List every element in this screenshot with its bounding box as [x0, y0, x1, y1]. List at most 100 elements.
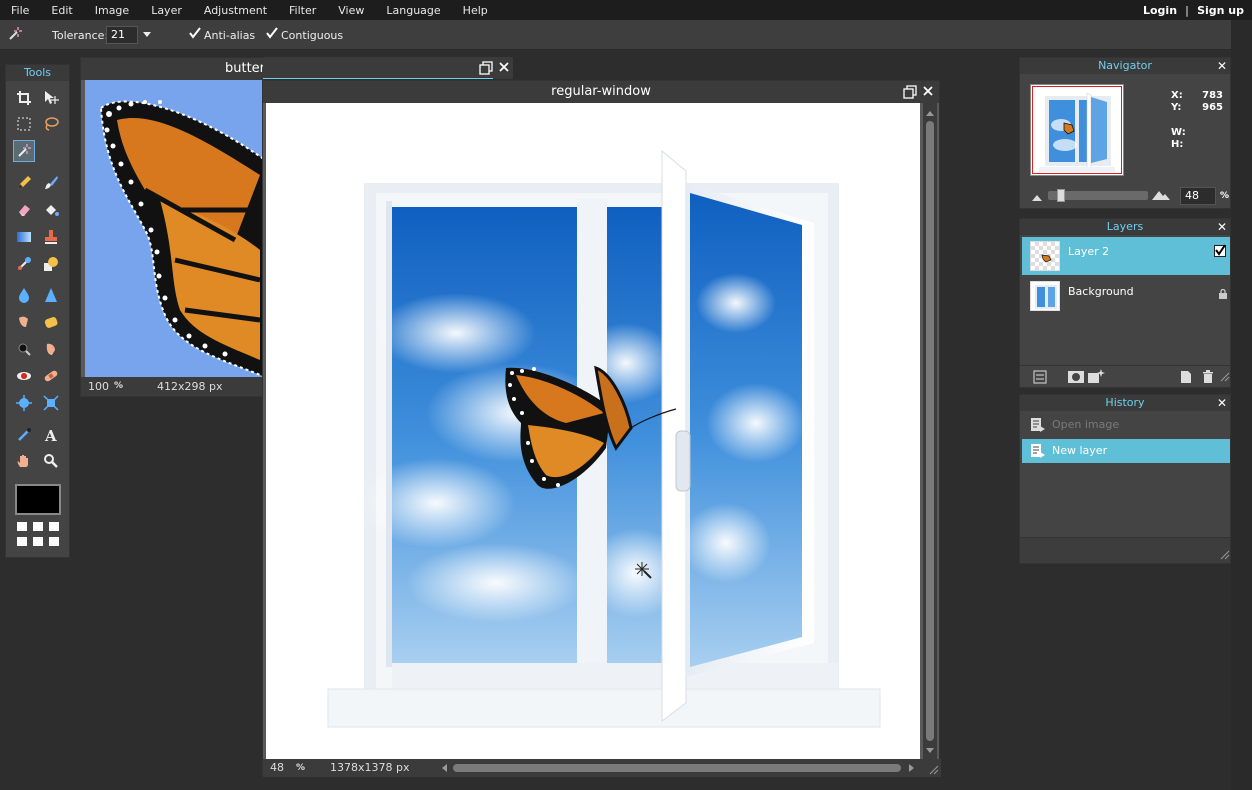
doc1-close-icon[interactable] [498, 61, 510, 76]
menu-image[interactable]: Image [84, 4, 140, 17]
doc2-canvas[interactable] [266, 103, 920, 759]
history-step-icon [1031, 444, 1045, 458]
layout-square-icon[interactable] [17, 537, 27, 546]
zoom-tool-icon[interactable] [40, 450, 62, 472]
navigator-zoom-input[interactable]: 48 [1180, 187, 1216, 205]
move-tool-icon[interactable] [40, 87, 62, 109]
svg-text:A: A [44, 427, 57, 443]
zoom-out-mountain-icon[interactable] [1031, 192, 1043, 202]
bloat-tool-icon[interactable] [13, 392, 35, 414]
navigator-view-rectangle[interactable] [1032, 86, 1122, 174]
signup-link[interactable]: Sign up [1197, 4, 1244, 17]
pinch-tool-icon[interactable] [40, 392, 62, 414]
doc2-vertical-scrollbar[interactable] [923, 103, 937, 759]
antialias-checkbox[interactable] [188, 27, 201, 40]
menu-adjustment[interactable]: Adjustment [193, 4, 278, 17]
smudge-tool-icon[interactable] [13, 311, 35, 333]
trash-icon[interactable] [1201, 370, 1215, 384]
doc2-close-icon[interactable] [922, 85, 934, 100]
layers-close-icon[interactable]: ✕ [1217, 219, 1227, 235]
lasso-tool-icon[interactable] [40, 113, 62, 135]
layout-square-icon[interactable] [33, 522, 43, 531]
gradient-tool-icon[interactable] [13, 226, 35, 248]
resize-grip-icon[interactable] [929, 765, 939, 775]
menu-layer[interactable]: Layer [140, 4, 193, 17]
color-picker-tool-icon[interactable] [13, 424, 35, 446]
spot-heal-tool-icon[interactable] [40, 365, 62, 387]
doc2-restore-icon[interactable] [903, 85, 917, 102]
window-photo-image [266, 103, 920, 759]
zoom-in-mountain-icon[interactable] [1151, 189, 1171, 201]
layer-row[interactable]: Layer 2 [1022, 237, 1230, 275]
scroll-right-icon[interactable] [907, 762, 917, 774]
crop-tool-icon[interactable] [13, 87, 35, 109]
menu-file[interactable]: File [0, 4, 40, 17]
clone-stamp-tool-icon[interactable] [40, 226, 62, 248]
layer-name: Background [1068, 285, 1134, 298]
menu-view[interactable]: View [327, 4, 375, 17]
eraser-tool-icon[interactable] [13, 199, 35, 221]
doc2-vertical-scroll-thumb[interactable] [926, 121, 934, 741]
red-eye-tool-icon[interactable] [13, 365, 35, 387]
type-tool-icon[interactable]: A [40, 424, 62, 446]
layer-mask-icon[interactable] [1068, 370, 1084, 384]
pencil-tool-icon[interactable] [13, 172, 35, 194]
layout-square-icon[interactable] [33, 537, 43, 546]
drawing-tool-icon[interactable] [40, 253, 62, 275]
history-item[interactable]: New layer [1022, 439, 1230, 463]
menu-filter[interactable]: Filter [278, 4, 327, 17]
nav-y-value: 965 [1202, 102, 1223, 113]
doc2-size: 1378x1378 px [330, 761, 410, 774]
menu-language[interactable]: Language [375, 4, 451, 17]
layer-row[interactable]: Background [1022, 277, 1230, 315]
history-item[interactable]: Open image [1022, 413, 1230, 437]
doc2-horizontal-scroll-thumb[interactable] [453, 764, 901, 772]
doc1-canvas[interactable] [85, 80, 265, 377]
layout-square-icon[interactable] [49, 537, 59, 546]
layer-visibility-checkbox[interactable] [1214, 244, 1226, 257]
document-window-regular[interactable]: regular-window 48 % 1378x1378 px [262, 80, 941, 777]
scroll-left-icon[interactable] [439, 762, 449, 774]
scroll-down-icon[interactable] [923, 743, 937, 757]
contiguous-checkbox[interactable] [265, 27, 278, 40]
options-bar: Tolerance: 21 Anti-alias Contiguous [0, 20, 1252, 50]
primary-color-swatch[interactable] [15, 484, 61, 515]
layout-square-icon[interactable] [17, 522, 27, 531]
hand-tool-icon[interactable] [13, 450, 35, 472]
new-layer-icon[interactable] [1179, 370, 1193, 384]
tolerance-input[interactable]: 21 [106, 26, 138, 44]
login-link[interactable]: Login [1143, 4, 1177, 17]
history-close-icon[interactable]: ✕ [1217, 395, 1227, 411]
navigator-thumbnail[interactable] [1030, 84, 1124, 176]
burn-tool-icon[interactable] [13, 338, 35, 360]
paint-bucket-tool-icon[interactable] [40, 199, 62, 221]
doc1-zoom-value[interactable]: 100 [88, 377, 109, 396]
doc2-horizontal-scrollbar[interactable] [439, 762, 917, 774]
resize-grip-icon[interactable] [1220, 550, 1230, 560]
doc1-title: butterfly-nolegs-2 [81, 58, 341, 80]
zoom-slider-handle[interactable] [1057, 189, 1065, 202]
marquee-tool-icon[interactable] [13, 113, 35, 135]
doc2-zoom-value[interactable]: 48 [270, 759, 284, 777]
navigator-close-icon[interactable]: ✕ [1217, 58, 1227, 74]
scroll-up-icon[interactable] [923, 107, 937, 121]
menu-edit[interactable]: Edit [40, 4, 83, 17]
magic-wand-tool-icon[interactable] [13, 140, 35, 162]
menu-help[interactable]: Help [452, 4, 499, 17]
dodge-tool-icon[interactable] [40, 338, 62, 360]
zoom-slider[interactable] [1048, 189, 1148, 202]
sharpen-tool-icon[interactable] [40, 284, 62, 306]
color-replace-tool-icon[interactable] [13, 253, 35, 275]
antialias-label: Anti-alias [204, 29, 256, 42]
brush-tool-icon[interactable] [40, 172, 62, 194]
tolerance-dropdown-icon[interactable] [142, 29, 152, 42]
document-window-butterfly[interactable]: butterfly-nolegs-2 100 % 412x298 px [80, 57, 341, 397]
blur-tool-icon[interactable] [13, 284, 35, 306]
layers-panel: Layers ✕ Layer 2 Background [1019, 218, 1231, 388]
sponge-tool-icon[interactable] [40, 311, 62, 333]
layout-square-icon[interactable] [49, 522, 59, 531]
layer-styles-icon[interactable] [1088, 368, 1106, 384]
resize-grip-icon[interactable] [1220, 372, 1230, 382]
doc1-restore-icon[interactable] [479, 61, 493, 78]
layer-settings-icon[interactable] [1033, 370, 1047, 384]
